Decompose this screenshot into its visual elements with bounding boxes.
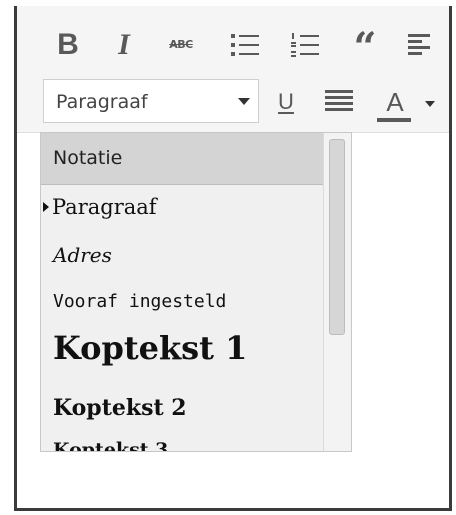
format-dropdown-menu: Notatie Paragraaf Adres Vooraf ingesteld… [40, 132, 352, 452]
bold-icon[interactable]: B [53, 28, 83, 62]
format-option-label: Koptekst 1 [53, 329, 248, 367]
editor-toolbar: B I ABC “ Paragraaf U A [17, 6, 449, 133]
underline-icon[interactable]: U [271, 86, 301, 118]
numbered-list-icon-svg [291, 33, 319, 57]
align-justify-icon[interactable] [323, 86, 355, 116]
menu-scrollbar-track[interactable] [323, 133, 351, 451]
format-select[interactable]: Paragraaf [43, 79, 259, 123]
bulleted-list-icon[interactable] [228, 30, 262, 60]
format-option-koptekst-3[interactable]: Koptekst 3 [41, 439, 323, 452]
format-option-koptekst-2[interactable]: Koptekst 2 [41, 395, 323, 431]
selected-marker-icon [43, 202, 49, 212]
format-menu-header-label: Notatie [53, 147, 123, 169]
editor-frame: B I ABC “ Paragraaf U A Notatie Paragraa… [14, 6, 452, 511]
align-left-icon-svg [408, 34, 430, 55]
format-option-vooraf-ingesteld[interactable]: Vooraf ingesteld [41, 291, 323, 321]
align-left-icon[interactable] [406, 30, 438, 60]
format-select-value: Paragraaf [56, 91, 148, 113]
format-option-label: Vooraf ingesteld [53, 291, 227, 312]
format-option-paragraaf[interactable]: Paragraaf [41, 195, 323, 229]
text-color-chevron-down-icon[interactable] [425, 101, 435, 107]
format-option-label: Adres [53, 243, 112, 267]
format-option-label: Koptekst 2 [53, 395, 187, 421]
format-option-adres[interactable]: Adres [41, 243, 323, 275]
blockquote-icon[interactable]: “ [348, 26, 382, 68]
bulleted-list-icon-svg [231, 34, 259, 56]
format-option-label: Koptekst 3 [53, 439, 169, 452]
numbered-list-icon[interactable] [288, 30, 322, 60]
text-color-icon[interactable]: A [377, 86, 413, 118]
strikethrough-icon[interactable]: ABC [162, 34, 200, 54]
text-color-swatch [377, 118, 411, 122]
align-justify-icon-svg [325, 90, 353, 111]
chevron-down-icon [238, 98, 250, 105]
format-menu-header: Notatie [41, 133, 323, 185]
format-option-label: Paragraaf [52, 195, 157, 219]
menu-scrollbar-thumb[interactable] [329, 139, 345, 335]
italic-icon[interactable]: I [109, 28, 139, 62]
format-option-koptekst-1[interactable]: Koptekst 1 [41, 329, 323, 377]
